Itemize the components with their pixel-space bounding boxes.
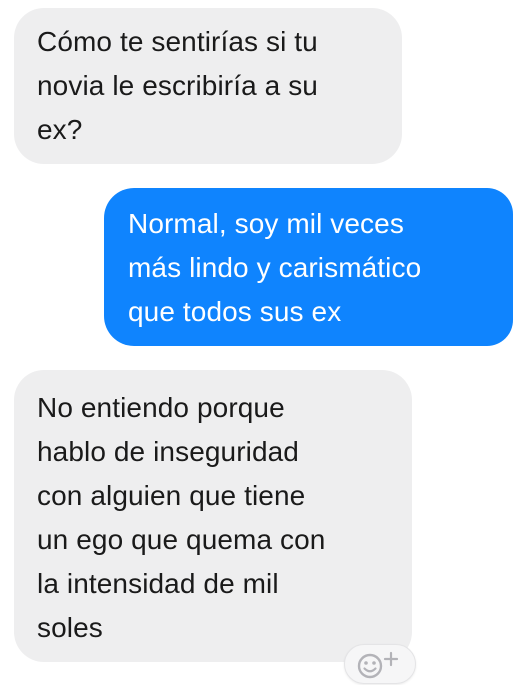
- add-reaction-button[interactable]: [344, 644, 416, 684]
- sent-message-bubble[interactable]: Normal, soy mil veces más lindo y carism…: [104, 188, 513, 346]
- received-message-bubble[interactable]: Cómo te sentirías si tu novia le escribi…: [14, 8, 402, 164]
- add-reaction-icon: [357, 651, 399, 679]
- received-message-bubble[interactable]: No entiendo porque hablo de inseguridad …: [14, 370, 412, 662]
